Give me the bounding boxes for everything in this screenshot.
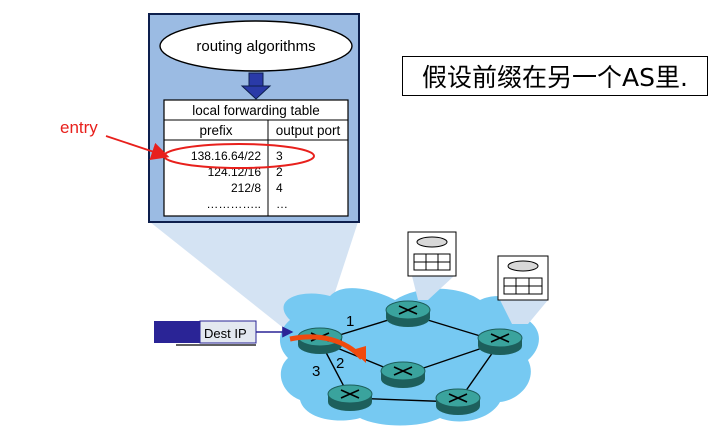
port-label-3: 3 [312, 363, 320, 380]
router-icon[interactable] [435, 388, 481, 415]
packet-label: Dest IP [204, 326, 247, 341]
router-icon[interactable] [385, 300, 431, 327]
table-row-port: … [276, 197, 288, 211]
caption-text: 假设前缀在另一个AS里. [422, 63, 688, 92]
table-row-prefix: ………….. [206, 197, 261, 211]
table-row-port: 4 [276, 181, 283, 195]
router-icon[interactable] [327, 384, 373, 411]
routing-algorithms-label: routing algorithms [196, 38, 315, 55]
router-icon[interactable] [380, 361, 426, 388]
table-row-prefix: 212/8 [231, 181, 261, 195]
table-header-prefix: prefix [199, 123, 232, 138]
caption-box: 假设前缀在另一个AS里. [402, 56, 708, 96]
port-label-1: 1 [346, 313, 354, 330]
table-row-prefix: 138.16.64/22 [191, 149, 261, 163]
entry-label: entry [60, 118, 98, 137]
table-title: local forwarding table [192, 103, 320, 118]
host-icon[interactable] [497, 255, 549, 301]
host-icon[interactable] [407, 231, 457, 277]
port-label-2: 2 [336, 355, 344, 372]
table-header-port: output port [276, 123, 341, 138]
table-row-port: 3 [276, 149, 283, 163]
router-icon[interactable] [477, 328, 523, 355]
